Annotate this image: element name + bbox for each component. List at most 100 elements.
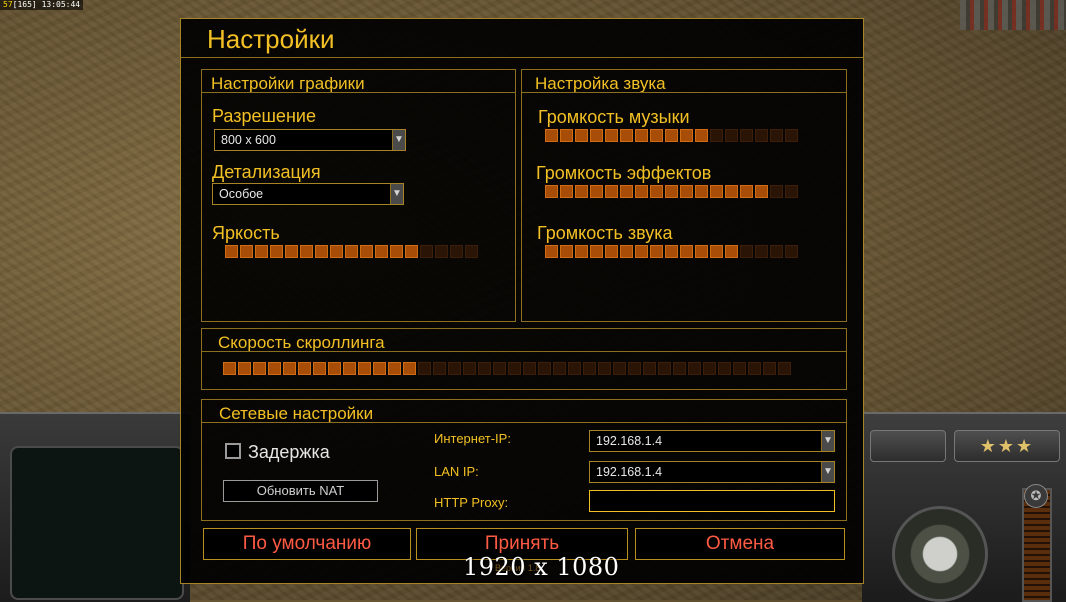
slider-segment[interactable] xyxy=(658,362,671,375)
resolution-dropdown[interactable]: 800 x 600 ▼ xyxy=(214,129,406,151)
slider-segment[interactable] xyxy=(420,245,433,258)
slider-segment[interactable] xyxy=(710,185,723,198)
slider-segment[interactable] xyxy=(643,362,656,375)
slider-segment[interactable] xyxy=(328,362,341,375)
slider-segment[interactable] xyxy=(785,129,798,142)
slider-segment[interactable] xyxy=(673,362,686,375)
slider-segment[interactable] xyxy=(613,362,626,375)
slider-segment[interactable] xyxy=(568,362,581,375)
slider-segment[interactable] xyxy=(725,129,738,142)
slider-segment[interactable] xyxy=(680,185,693,198)
delay-checkbox[interactable] xyxy=(225,443,241,459)
slider-segment[interactable] xyxy=(680,129,693,142)
slider-segment[interactable] xyxy=(755,185,768,198)
slider-segment[interactable] xyxy=(695,185,708,198)
slider-segment[interactable] xyxy=(620,185,633,198)
chevron-down-icon[interactable]: ▼ xyxy=(390,184,403,204)
detail-dropdown[interactable]: Особое ▼ xyxy=(212,183,404,205)
slider-segment[interactable] xyxy=(635,129,648,142)
slider-segment[interactable] xyxy=(770,129,783,142)
slider-segment[interactable] xyxy=(253,362,266,375)
slider-segment[interactable] xyxy=(465,245,478,258)
slider-segment[interactable] xyxy=(590,129,603,142)
slider-segment[interactable] xyxy=(545,245,558,258)
slider-segment[interactable] xyxy=(343,362,356,375)
slider-segment[interactable] xyxy=(733,362,746,375)
slider-segment[interactable] xyxy=(268,362,281,375)
slider-segment[interactable] xyxy=(508,362,521,375)
brightness-slider[interactable] xyxy=(225,245,478,258)
slider-segment[interactable] xyxy=(688,362,701,375)
sound-volume-slider[interactable] xyxy=(545,245,798,258)
slider-segment[interactable] xyxy=(405,245,418,258)
slider-segment[interactable] xyxy=(725,185,738,198)
cancel-button[interactable]: Отмена xyxy=(635,528,845,560)
slider-segment[interactable] xyxy=(450,245,463,258)
slider-segment[interactable] xyxy=(223,362,236,375)
slider-segment[interactable] xyxy=(785,185,798,198)
slider-segment[interactable] xyxy=(710,129,723,142)
slider-segment[interactable] xyxy=(710,245,723,258)
music-volume-slider[interactable] xyxy=(545,129,798,142)
effects-volume-slider[interactable] xyxy=(545,185,798,198)
slider-segment[interactable] xyxy=(553,362,566,375)
slider-segment[interactable] xyxy=(590,185,603,198)
slider-segment[interactable] xyxy=(373,362,386,375)
lan-ip-dropdown[interactable]: 192.168.1.4 ▼ xyxy=(589,461,835,483)
slider-segment[interactable] xyxy=(590,245,603,258)
refresh-nat-button[interactable]: Обновить NAT xyxy=(223,480,378,502)
slider-segment[interactable] xyxy=(545,129,558,142)
slider-segment[interactable] xyxy=(388,362,401,375)
slider-segment[interactable] xyxy=(330,245,343,258)
slider-segment[interactable] xyxy=(545,185,558,198)
slider-segment[interactable] xyxy=(315,245,328,258)
slider-segment[interactable] xyxy=(665,129,678,142)
slider-segment[interactable] xyxy=(240,245,253,258)
slider-segment[interactable] xyxy=(680,245,693,258)
slider-segment[interactable] xyxy=(575,245,588,258)
slider-segment[interactable] xyxy=(523,362,536,375)
rank-stars-icon[interactable]: ★★★ xyxy=(954,430,1060,462)
slider-segment[interactable] xyxy=(605,185,618,198)
slider-segment[interactable] xyxy=(650,245,663,258)
slider-segment[interactable] xyxy=(718,362,731,375)
slider-segment[interactable] xyxy=(575,129,588,142)
chevron-down-icon[interactable]: ▼ xyxy=(821,431,834,451)
slider-segment[interactable] xyxy=(418,362,431,375)
slider-segment[interactable] xyxy=(375,245,388,258)
slider-segment[interactable] xyxy=(605,245,618,258)
slider-segment[interactable] xyxy=(493,362,506,375)
slider-segment[interactable] xyxy=(598,362,611,375)
slider-segment[interactable] xyxy=(665,245,678,258)
slider-segment[interactable] xyxy=(635,245,648,258)
slider-segment[interactable] xyxy=(628,362,641,375)
slider-segment[interactable] xyxy=(560,185,573,198)
slider-segment[interactable] xyxy=(270,245,283,258)
slider-segment[interactable] xyxy=(785,245,798,258)
chevron-down-icon[interactable]: ▼ xyxy=(821,462,834,482)
hud-arrow-button[interactable] xyxy=(870,430,946,462)
slider-segment[interactable] xyxy=(255,245,268,258)
slider-segment[interactable] xyxy=(345,245,358,258)
slider-segment[interactable] xyxy=(740,185,753,198)
slider-segment[interactable] xyxy=(703,362,716,375)
slider-segment[interactable] xyxy=(770,185,783,198)
slider-segment[interactable] xyxy=(560,245,573,258)
slider-segment[interactable] xyxy=(285,245,298,258)
chevron-down-icon[interactable]: ▼ xyxy=(392,130,405,150)
slider-segment[interactable] xyxy=(433,362,446,375)
slider-segment[interactable] xyxy=(650,129,663,142)
slider-segment[interactable] xyxy=(755,129,768,142)
slider-segment[interactable] xyxy=(313,362,326,375)
slider-segment[interactable] xyxy=(435,245,448,258)
slider-segment[interactable] xyxy=(635,185,648,198)
slider-segment[interactable] xyxy=(283,362,296,375)
slider-segment[interactable] xyxy=(538,362,551,375)
slider-segment[interactable] xyxy=(225,245,238,258)
slider-segment[interactable] xyxy=(763,362,776,375)
slider-segment[interactable] xyxy=(300,245,313,258)
slider-segment[interactable] xyxy=(298,362,311,375)
internet-ip-dropdown[interactable]: 192.168.1.4 ▼ xyxy=(589,430,835,452)
slider-segment[interactable] xyxy=(725,245,738,258)
slider-segment[interactable] xyxy=(620,129,633,142)
